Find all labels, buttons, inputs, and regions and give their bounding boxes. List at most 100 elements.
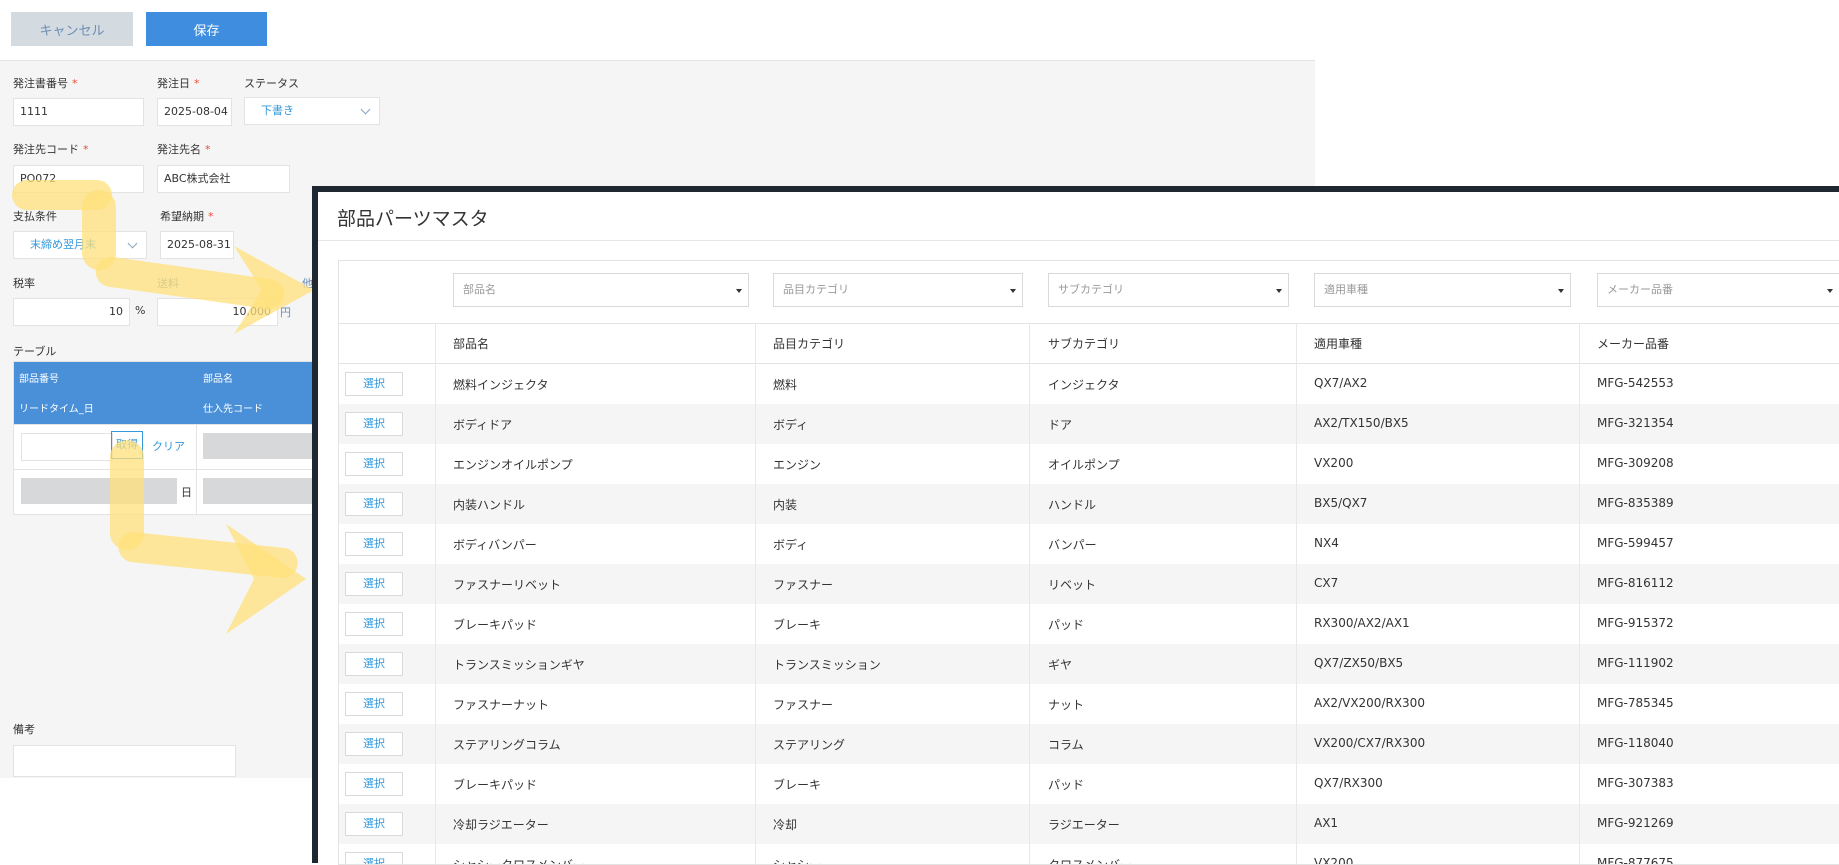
table-row: 選択 冷却ラジエーター 冷却 ラジエーター AX1 MFG-921269 (339, 804, 1839, 844)
cell-category: 冷却 (773, 818, 798, 832)
vendor-code-field (203, 478, 316, 504)
clear-button[interactable]: クリア (152, 438, 185, 454)
table-row: 選択 トランスミッションギヤ トランスミッション ギヤ QX7/ZX50/BX5 MFG-… (339, 644, 1839, 684)
cell-category: ファスナー (773, 578, 834, 592)
chevron-down-icon (360, 104, 371, 115)
cell-vehicle: QX7/ZX50/BX5 (1314, 656, 1404, 670)
remarks-label: 備考 (13, 723, 35, 736)
select-button[interactable]: 選択 (345, 652, 403, 676)
select-button[interactable]: 選択 (345, 612, 403, 636)
cell-part-name: ボディドア (453, 418, 513, 432)
filter-vehicle[interactable]: 適用車種 (1314, 273, 1571, 307)
filter-category[interactable]: 品目カテゴリ (773, 273, 1023, 307)
select-button[interactable]: 選択 (345, 412, 403, 436)
cell-maker-part-no: MFG-118040 (1597, 736, 1674, 750)
table-row: 選択 エンジンオイルポンプ エンジン オイルポンプ VX200 MFG-309208 (339, 444, 1839, 484)
cell-category: トランスミッション (773, 658, 881, 672)
chevron-down-icon (127, 238, 138, 249)
cancel-button[interactable]: キャンセル (11, 12, 133, 46)
parts-grid: 部品名 品目カテゴリ サブカテゴリ 適用車種 メーカー品番 部品名 品目カテゴリ… (338, 260, 1839, 865)
cell-vehicle: VX200/CX7/RX300 (1314, 736, 1426, 750)
cell-category: シャシー (773, 858, 822, 865)
part-name-field (203, 433, 316, 459)
col-subcategory: サブカテゴリ (1048, 337, 1121, 351)
select-button[interactable]: 選択 (345, 532, 403, 556)
day-unit: 日 (181, 486, 192, 499)
table-row: 選択 ボディバンパー ボディ バンパー NX4 MFG-599457 (339, 524, 1839, 564)
table-row: 選択 ステアリングコラム ステアリング コラム VX200/CX7/RX300 MFG-1… (339, 724, 1839, 764)
col-part-name: 部品名 (453, 337, 490, 351)
filter-part-name[interactable]: 部品名 (453, 273, 749, 307)
cell-part-name: シャシークロスメンバー (453, 858, 586, 865)
col-part-no: 部品番号 (19, 374, 59, 385)
save-button[interactable]: 保存 (146, 12, 267, 46)
part-no-input[interactable] (21, 433, 113, 461)
cell-category: ブレーキ (773, 618, 822, 632)
order-date-label: 発注日 * (157, 77, 200, 90)
cell-maker-part-no: MFG-835389 (1597, 496, 1674, 510)
cell-maker-part-no: MFG-877675 (1597, 856, 1674, 865)
delivery-label: 希望納期 * (160, 210, 214, 223)
cell-part-name: 燃料インジェクタ (453, 378, 549, 392)
cell-subcategory: クロスメンバー (1048, 858, 1133, 865)
cell-subcategory: リベット (1048, 578, 1097, 592)
cell-part-name: ブレーキパッド (453, 618, 538, 632)
cell-category: ボディ (773, 538, 809, 552)
select-button[interactable]: 選択 (345, 572, 403, 596)
select-button[interactable]: 選択 (345, 492, 403, 516)
cell-vehicle: AX2/VX200/RX300 (1314, 696, 1425, 710)
status-select[interactable]: 下書き (244, 97, 380, 125)
cell-subcategory: パッド (1048, 778, 1085, 792)
lead-time-field (21, 478, 177, 504)
select-button[interactable]: 選択 (345, 732, 403, 756)
cell-category: ファスナー (773, 698, 834, 712)
cell-maker-part-no: MFG-542553 (1597, 376, 1674, 390)
tax-input[interactable]: 10 (13, 298, 130, 326)
cell-vehicle: RX300/AX2/AX1 (1314, 616, 1410, 630)
toolbar: キャンセル 保存 (0, 0, 1315, 60)
table-row: 日 (14, 469, 316, 514)
cell-vehicle: BX5/QX7 (1314, 496, 1368, 510)
cell-category: ステアリング (773, 738, 846, 752)
cell-category: エンジン (773, 458, 822, 472)
select-button[interactable]: 選択 (345, 852, 403, 864)
cell-part-name: エンジンオイルポンプ (453, 458, 573, 472)
cell-part-name: ファスナーナット (453, 698, 550, 712)
select-button[interactable]: 選択 (345, 772, 403, 796)
cell-maker-part-no: MFG-785345 (1597, 696, 1674, 710)
cell-vehicle: VX200 (1314, 456, 1354, 470)
supplier-name-input[interactable]: ABC株式会社 (157, 165, 290, 193)
payment-select[interactable]: 末締め翌月末 (13, 231, 147, 259)
delivery-date-input[interactable]: 2025-08-31 (160, 231, 234, 259)
remarks-textarea[interactable] (13, 745, 236, 777)
cell-part-name: ブレーキパッド (453, 778, 538, 792)
filter-maker-part-no[interactable]: メーカー品番 (1597, 273, 1839, 307)
dropdown-icon (1827, 289, 1833, 293)
cell-subcategory: ギヤ (1048, 658, 1073, 672)
col-vendor-code: 仕入先コード (203, 404, 263, 415)
select-button[interactable]: 選択 (345, 812, 403, 836)
cell-vehicle: CX7 (1314, 576, 1339, 590)
status-label: ステータス (244, 77, 299, 90)
cell-maker-part-no: MFG-321354 (1597, 416, 1674, 430)
order-no-input[interactable]: 1111 (13, 98, 144, 126)
dropdown-icon (1010, 289, 1016, 293)
table-row: 選択 ファスナーナット ファスナー ナット AX2/VX200/RX300 MFG-785… (339, 684, 1839, 724)
col-lead-time: リードタイム_日 (19, 404, 94, 415)
cell-part-name: トランスミッションギヤ (453, 658, 585, 672)
select-button[interactable]: 選択 (345, 452, 403, 476)
tax-label: 税率 (13, 277, 35, 290)
filter-subcategory[interactable]: サブカテゴリ (1048, 273, 1289, 307)
cell-part-name: ステアリングコラム (453, 738, 561, 752)
cell-maker-part-no: MFG-309208 (1597, 456, 1674, 470)
cell-maker-part-no: MFG-307383 (1597, 776, 1674, 790)
select-button[interactable]: 選択 (345, 692, 403, 716)
cell-subcategory: ナット (1048, 698, 1085, 712)
dropdown-icon (736, 289, 742, 293)
select-button[interactable]: 選択 (345, 372, 403, 396)
cell-subcategory: コラム (1048, 738, 1084, 752)
table-row: 取得 クリア (14, 424, 316, 469)
order-date-input[interactable]: 2025-08-04 (157, 98, 232, 126)
cell-vehicle: AX1 (1314, 816, 1339, 830)
cell-vehicle: VX200 (1314, 856, 1354, 865)
